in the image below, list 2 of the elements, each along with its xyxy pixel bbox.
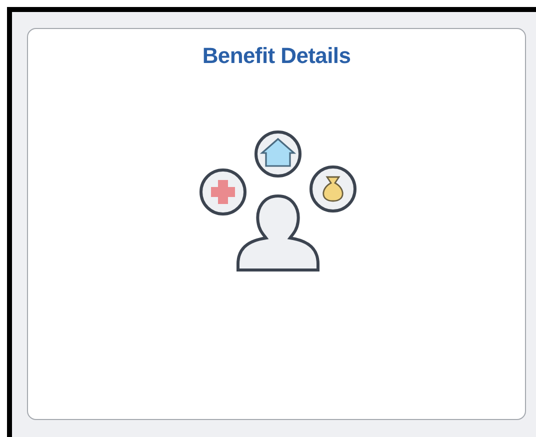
tile-title: Benefit Details bbox=[202, 43, 351, 69]
benefit-tile[interactable]: Benefit Details bbox=[27, 28, 526, 420]
